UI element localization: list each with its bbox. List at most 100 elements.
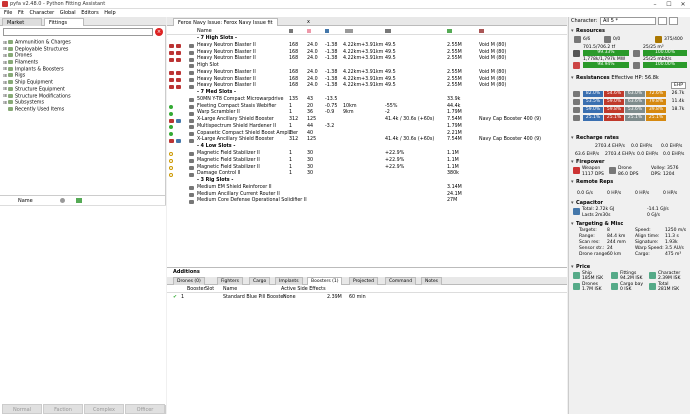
module-icon[interactable]	[189, 172, 194, 177]
menu-character[interactable]: Character	[29, 9, 54, 17]
module-overheat-icon[interactable]	[176, 84, 181, 89]
module-icon[interactable]	[189, 98, 194, 103]
module-overheat-icon[interactable]	[169, 84, 174, 89]
module-icon[interactable]	[189, 57, 194, 62]
module-row[interactable]: Heavy Neutron Blaster II 168 24.0 -1.38 4.22…	[167, 70, 567, 77]
maximize-button[interactable]: ☐	[662, 0, 676, 9]
module-icon[interactable]	[189, 77, 194, 82]
module-overheat-icon[interactable]	[169, 138, 174, 143]
module-overheat-icon[interactable]	[176, 44, 181, 49]
close-button[interactable]: ✕	[676, 0, 690, 9]
module-state-icon[interactable]	[169, 105, 173, 110]
tree-item[interactable]: Recently Used Items	[3, 106, 163, 114]
module-row[interactable]: Multispectrum Shield Hardener II 1 44 -3.2 1…	[167, 124, 567, 131]
filter-officer-button[interactable]: Officer	[125, 404, 165, 414]
cpu-col-icon[interactable]	[289, 29, 293, 33]
module-row[interactable]: Heavy Neutron Blaster II 168 24.0 -1.38 4.22…	[167, 43, 567, 50]
menu-global[interactable]: Global	[60, 9, 76, 17]
module-overheat-icon[interactable]	[176, 77, 181, 82]
column-booster[interactable]: Booster	[187, 286, 205, 293]
targeting-title[interactable]: Targeting & Misc	[576, 221, 623, 227]
module-row[interactable]: Medium Core Defense Operational Solidifi…	[167, 198, 567, 205]
tree-item[interactable]: ⊞ Implants & Boosters	[3, 66, 163, 74]
price-icon[interactable]	[76, 198, 82, 203]
firepower-title[interactable]: Firepower	[576, 159, 604, 165]
pg-col-icon[interactable]	[307, 29, 311, 33]
character-refresh-button[interactable]	[658, 17, 667, 25]
misc-col-icon[interactable]	[385, 29, 391, 33]
tab-implants[interactable]: Implants	[275, 277, 303, 285]
module-overheat-icon[interactable]	[176, 50, 181, 55]
recharge-title[interactable]: Recharge rates	[576, 135, 619, 141]
module-overheat-icon[interactable]	[169, 50, 174, 55]
module-icon[interactable]	[189, 165, 194, 170]
tab-market[interactable]: Market	[2, 18, 42, 26]
module-icon[interactable]	[189, 64, 194, 69]
module-icon[interactable]	[189, 44, 194, 49]
charge-col-icon[interactable]	[479, 29, 484, 33]
module-icon[interactable]	[189, 193, 194, 197]
charge-icon[interactable]	[176, 138, 181, 143]
module-icon[interactable]	[189, 186, 194, 191]
charge-icon[interactable]	[176, 118, 181, 123]
cap-col-icon[interactable]	[325, 29, 329, 33]
tab-drones[interactable]: Drones (0)	[173, 277, 205, 285]
module-row[interactable]: Magnetic Field Stabilizer II 1 30 +22.9% 1.1…	[167, 158, 567, 165]
module-icon[interactable]	[189, 138, 194, 143]
menu-editors[interactable]: Editors	[81, 9, 98, 17]
module-passive-icon[interactable]	[169, 165, 173, 170]
character-select[interactable]: All 5 *	[600, 17, 656, 25]
module-row[interactable]: High Slot	[167, 63, 567, 70]
price-col-icon[interactable]	[447, 29, 452, 33]
module-state-icon[interactable]	[169, 132, 173, 137]
meta-icon[interactable]	[60, 198, 65, 203]
column-name[interactable]: Name	[18, 198, 33, 204]
tree-item[interactable]: ⊞ Ship Equipment	[3, 80, 163, 87]
tree-item[interactable]: ⊞ Ammunition & Charges	[3, 40, 163, 47]
module-icon[interactable]	[189, 111, 194, 116]
module-overheat-icon[interactable]	[169, 44, 174, 49]
module-state-icon[interactable]	[169, 125, 173, 130]
item-list[interactable]	[0, 205, 166, 405]
module-passive-icon[interactable]	[169, 159, 173, 164]
module-icon[interactable]	[189, 50, 194, 55]
module-row[interactable]: 50MN Y-T8 Compact Microwarpdrive 135 43 -13…	[167, 97, 567, 104]
tree-item[interactable]: ⊞ Structure Modifications	[3, 93, 163, 101]
tab-cargo[interactable]: Cargo	[249, 277, 271, 285]
tab-fighters[interactable]: Fighters	[217, 277, 243, 285]
close-tab-icon[interactable]: x	[307, 19, 310, 25]
module-row[interactable]: X-Large Ancillary Shield Booster 312 125 41…	[167, 117, 567, 124]
tab-fittings[interactable]: Fittings	[44, 18, 84, 26]
tree-item[interactable]: ⊞ Subsystems	[3, 100, 163, 107]
module-overheat-icon[interactable]	[169, 118, 174, 123]
minimize-button[interactable]: –	[648, 0, 662, 9]
module-icon[interactable]	[189, 152, 194, 157]
module-icon[interactable]	[189, 105, 194, 110]
module-row[interactable]: Medium EM Shield Reinforcer II 3.14M	[167, 185, 567, 192]
module-row[interactable]: Magnetic Field Stabilizer II 1 30 +22.9% 1.1…	[167, 151, 567, 158]
remote-reps-title[interactable]: Remote Reps	[576, 179, 613, 185]
column-name[interactable]: Name	[223, 286, 237, 293]
ehp-toggle-button[interactable]: EHP	[671, 82, 686, 89]
tab-fit[interactable]: Ferox Navy Issue: Ferox Navy Issue fit	[173, 18, 278, 26]
character-edit-button[interactable]	[669, 17, 678, 25]
filter-complex-button[interactable]: Complex	[84, 404, 124, 414]
tree-item[interactable]: ⊞ Drones	[3, 53, 163, 60]
module-icon[interactable]	[189, 125, 194, 130]
tab-projected[interactable]: Projected	[349, 277, 379, 285]
filter-faction-button[interactable]: Faction	[43, 404, 83, 414]
module-row[interactable]: Heavy Neutron Blaster II 168 24.0 -1.38 4.22…	[167, 56, 567, 63]
tree-item[interactable]: ⊞ Filaments	[3, 60, 163, 67]
module-overheat-icon[interactable]	[169, 57, 174, 62]
module-icon[interactable]	[189, 199, 194, 204]
column-name[interactable]: Name	[197, 28, 212, 34]
tree-item[interactable]: ⊞ Rigs	[3, 73, 163, 80]
menu-help[interactable]: Help	[104, 9, 115, 17]
menu-file[interactable]: File	[4, 9, 12, 17]
module-passive-icon[interactable]	[169, 152, 173, 157]
active-check-icon[interactable]: ✔	[173, 294, 177, 301]
tab-command[interactable]: Command	[385, 277, 417, 285]
resistances-title[interactable]: Resistances	[576, 75, 610, 81]
booster-row[interactable]: ✔ 1 Standard Blue Pill Booster None 2.39…	[167, 294, 567, 301]
module-icon[interactable]	[189, 84, 194, 89]
